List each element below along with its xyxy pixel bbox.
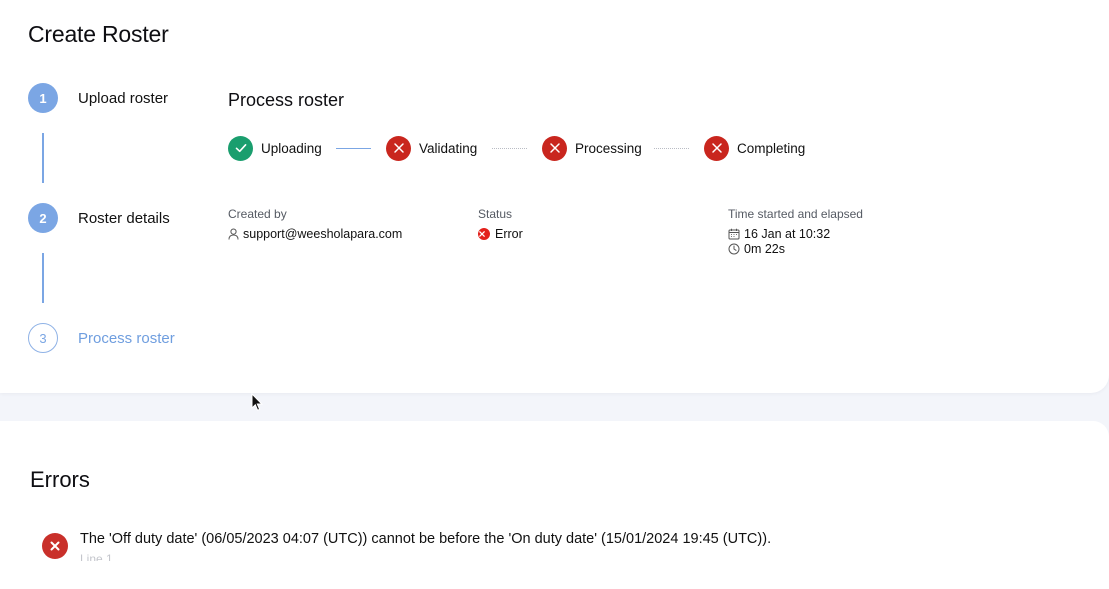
errors-title: Errors bbox=[30, 467, 90, 492]
step-connector bbox=[42, 133, 44, 183]
error-line: Line 1 bbox=[80, 552, 113, 561]
errors-card bbox=[0, 421, 1109, 589]
step-3-circle[interactable]: 3 bbox=[28, 323, 58, 353]
stage-completing: Completing bbox=[704, 135, 805, 161]
step-3-label[interactable]: Process roster bbox=[78, 330, 175, 347]
stage-connector bbox=[492, 148, 527, 149]
stage-label: Validating bbox=[419, 140, 478, 156]
user-icon bbox=[228, 228, 239, 240]
time-elapsed-value: 0m 22s bbox=[744, 242, 785, 256]
status-row: Error bbox=[478, 227, 523, 241]
stage-connector bbox=[654, 148, 689, 149]
stage-label: Completing bbox=[737, 140, 806, 156]
stage-uploading: Uploading bbox=[228, 135, 322, 161]
calendar-icon bbox=[728, 228, 740, 240]
created-by-row: support@weesholapara.com bbox=[228, 227, 402, 241]
error-icon bbox=[42, 533, 68, 559]
status-value: Error bbox=[495, 227, 523, 241]
created-by-label: Created by bbox=[228, 207, 287, 221]
error-message: The 'Off duty date' (06/05/2023 04:07 (U… bbox=[80, 531, 772, 547]
clock-icon bbox=[728, 243, 740, 255]
step-1-label[interactable]: Upload roster bbox=[78, 90, 168, 107]
time-elapsed-row: 0m 22s bbox=[728, 242, 785, 256]
close-icon bbox=[704, 135, 729, 161]
step-1-circle[interactable]: 1 bbox=[28, 83, 58, 113]
stage-processing: Processing bbox=[542, 135, 642, 161]
check-icon bbox=[228, 135, 253, 161]
step-connector bbox=[42, 253, 44, 303]
time-started-value: 16 Jan at 10:32 bbox=[744, 227, 831, 241]
time-started-row: 16 Jan at 10:32 bbox=[728, 227, 830, 241]
create-roster-card: Create Roster 1 Upload roster 2 Roster d… bbox=[0, 0, 1109, 393]
mouse-cursor-icon bbox=[251, 393, 263, 411]
page-title: Create Roster bbox=[28, 21, 169, 47]
close-icon bbox=[386, 135, 411, 161]
stage-connector bbox=[336, 148, 371, 149]
created-by-value[interactable]: support@weesholapara.com bbox=[243, 227, 402, 241]
step-2-circle[interactable]: 2 bbox=[28, 203, 58, 233]
error-status-icon bbox=[478, 228, 490, 240]
stage-label: Uploading bbox=[261, 140, 322, 156]
stage-validating: Validating bbox=[386, 135, 477, 161]
process-roster-title: Process roster bbox=[228, 90, 345, 110]
status-label: Status bbox=[478, 207, 513, 221]
step-2-label[interactable]: Roster details bbox=[78, 210, 170, 227]
time-label: Time started and elapsed bbox=[728, 207, 863, 221]
close-icon bbox=[542, 135, 567, 161]
stage-label: Processing bbox=[575, 140, 642, 156]
